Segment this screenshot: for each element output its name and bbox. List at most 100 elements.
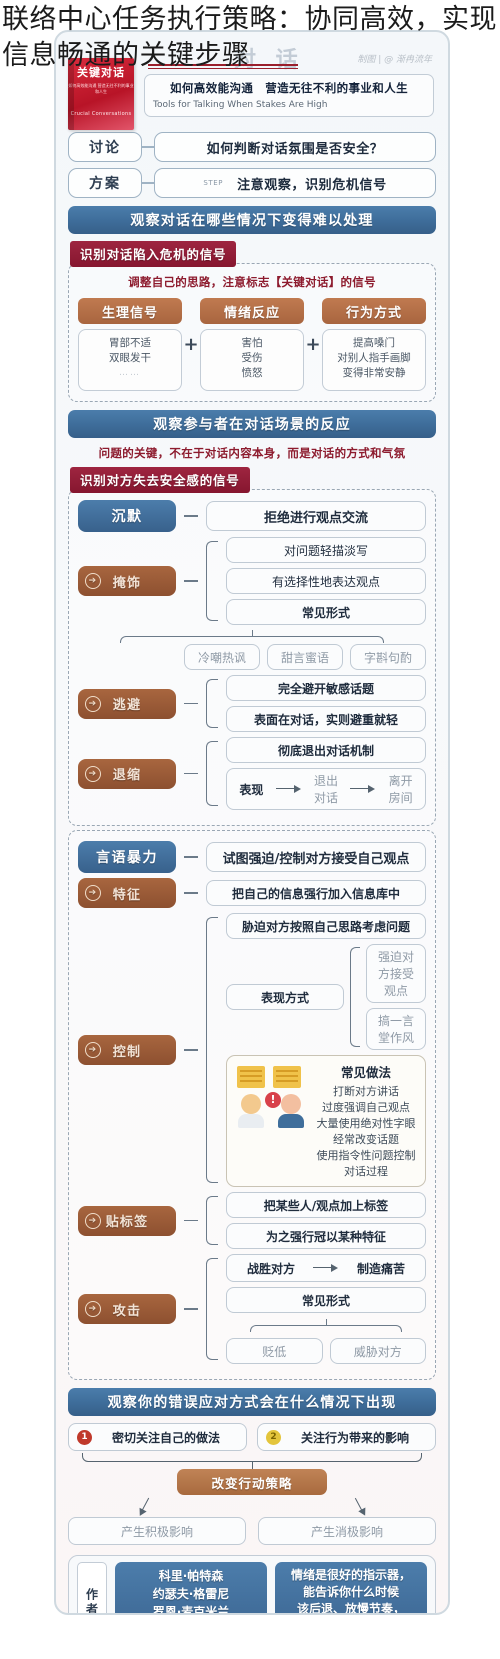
signal-item: 提高嗓门 (353, 337, 395, 349)
silence-panel: 沉默 拒绝进行观点交流 ➔ 掩饰 对问题轻描淡写 有选择性地表达观点 常见形式 … (68, 489, 436, 826)
practice-item: 打断对方讲话 (333, 1085, 399, 1098)
attack-forms: 贬低 威胁对方 (226, 1338, 426, 1364)
node-withdraw: ➔ 退缩 (78, 758, 176, 789)
practice-item: 大量使用绝对性字眼 (316, 1117, 416, 1130)
attack-flow-step: 战胜对方 (246, 1261, 295, 1276)
quote-line: 该后退、放慢节奏， (296, 1602, 405, 1615)
node-silence: 沉默 (78, 500, 176, 532)
bracket (206, 917, 218, 1183)
section1-panel: 调整自己的思路，注意标志【关键对话】的信号 生理信号 胃部不适 双眼发干 …… … (68, 263, 436, 402)
bracket (206, 1196, 218, 1245)
branch-control: ➔ 控制 胁迫对方按照自己思路考虑问题 表现方式 强迫对方接受观点 搞一言堂作风 (78, 913, 426, 1187)
mm-connector (184, 1308, 198, 1310)
control-item: 胁迫对方按照自己思路考虑问题 (226, 913, 426, 939)
node-control-wrap: ➔ 控制 (78, 913, 176, 1187)
person-head-icon (281, 1094, 301, 1114)
section3-outcomes: 产生积极影响 产生消极影响 (56, 1517, 448, 1545)
arrow-circle-icon: ➔ (85, 1301, 101, 1317)
qa-row-solution: 方案 STEP 注意观察，识别危机信号 (68, 168, 436, 198)
labeling-item: 为之强行冠以某种特征 (226, 1223, 426, 1249)
practice-item: 经常改变话题 (333, 1133, 399, 1146)
arrow-circle-icon: ➔ (85, 885, 101, 901)
book-cover-english-title: Crucial Conversations (70, 111, 132, 117)
section2-banner: 观察参与者在对话场景的反应 (68, 410, 436, 438)
signal-item: 双眼发干 (109, 352, 151, 364)
headline-box: 如何高效能沟通 营造无往不利的事业和人生 Tools for Talking W… (144, 74, 434, 117)
attack-form: 威胁对方 (329, 1338, 426, 1364)
signal-item: 变得非常安静 (342, 367, 406, 379)
book-cover-subtitle: 如何高效能沟通 营造无往不利的事业和人生 (68, 83, 134, 94)
withdraw-flow: 表现 退出对话 离开房间 (226, 768, 426, 810)
practice-item: 使用指令性问题控制对话过程 (316, 1149, 416, 1178)
author-footer: 作者 科里·帕特森 约瑟夫·格雷尼 罗恩·麦克米兰 艾尔·史威茨勒 情绪是很好的… (68, 1555, 436, 1615)
node-attack: ➔ 攻击 (78, 1294, 176, 1324)
signal-body-emotional: 害怕 受伤 愤怒 (200, 329, 304, 391)
badge-number-icon: 2 (266, 1429, 281, 1445)
arrow-icon (350, 784, 376, 794)
feature-items: 把自己的信息强行加入信息库中 (206, 880, 426, 906)
author-names: 科里·帕特森 约瑟夫·格雷尼 罗恩·麦克米兰 艾尔·史威茨勒 (115, 1562, 267, 1613)
violence-headline-row: 言语暴力 试图强迫/控制对方接受自己观点 (78, 841, 426, 873)
node-conceal-label: 掩饰 (112, 575, 142, 591)
node-conceal: ➔ 掩饰 (78, 566, 176, 596)
arrow-icon (139, 1497, 150, 1515)
conceal-item-forms-title: 常见形式 (226, 599, 426, 625)
author-name: 约瑟夫·格雷尼 (152, 1587, 230, 1601)
mm-connector (184, 580, 198, 582)
node-avoid: ➔ 逃避 (78, 688, 176, 719)
signal-head-behavior: 行为方式 (322, 298, 426, 324)
outcome-positive: 产生积极影响 (68, 1517, 246, 1545)
attack-forms-title: 常见形式 (226, 1287, 426, 1313)
headline-chinese: 如何高效能沟通 营造无往不利的事业和人生 (170, 81, 408, 95)
point-two-label: 关注行为带来的影响 (300, 1430, 409, 1445)
control-ways-row: 表现方式 强迫对方接受观点 搞一言堂作风 (226, 944, 426, 1050)
merge-connector (82, 1453, 422, 1469)
two-people-arguing-illustration (235, 1062, 307, 1134)
split-arrow-connector (126, 1495, 378, 1517)
section3-banner: 观察你的错误应对方式会在什么情况下出现 (68, 1388, 436, 1416)
control-items: 胁迫对方按照自己思路考虑问题 表现方式 强迫对方接受观点 搞一言堂作风 ! 常见… (226, 913, 426, 1187)
signal-body-behavior: 提高嗓门 对别人指手画脚 变得非常安静 (322, 329, 426, 391)
signal-item: 愤怒 (241, 367, 263, 379)
arrow-circle-icon: ➔ (85, 1212, 101, 1229)
attack-form: 贬低 (226, 1338, 323, 1364)
badge-number-icon: 1 (77, 1429, 92, 1445)
signal-group-emotional: 情绪反应 害怕 受伤 愤怒 (200, 298, 304, 391)
attack-flow-step: 制造痛苦 (356, 1261, 405, 1276)
avoid-items: 完全避开敏感话题 表面在对话，实则避重就轻 (226, 675, 426, 732)
fan-connector (78, 630, 426, 643)
arrow-circle-icon: ➔ (85, 695, 101, 712)
signal-head-physical: 生理信号 (78, 298, 182, 324)
practice-item: 过度强调自己观点 (322, 1101, 410, 1114)
node-verbal-violence: 言语暴力 (78, 841, 176, 873)
node-labeling-label: 贴标签 (105, 1215, 149, 1230)
mm-connector (184, 515, 198, 517)
control-way: 强迫对方接受观点 (366, 944, 426, 1003)
bracket (206, 1258, 218, 1360)
feature-item: 把自己的信息强行加入信息库中 (206, 880, 426, 906)
node-avoid-label: 逃避 (112, 698, 142, 713)
qa-tag-discussion: 讨论 (68, 132, 142, 162)
point-one-label: 密切关注自己的做法 (111, 1430, 220, 1445)
branch-avoid: ➔ 逃避 完全避开敏感话题 表面在对话，实则避重就轻 (78, 675, 426, 732)
plus-sign-2: + (305, 334, 321, 355)
qa-solution-label: 注意观察，识别危机信号 (237, 177, 387, 193)
node-attack-label: 攻击 (112, 1303, 142, 1319)
mm-connector (184, 892, 198, 894)
branch-withdraw: ➔ 退缩 彻底退出对话机制 表现 退出对话 离开房间 (78, 737, 426, 810)
signal-item: 对别人指手画脚 (337, 352, 411, 364)
signal-item-ellipsis: …… (119, 368, 141, 378)
practice-card: 常见做法 打断对方讲话 过度强调自己观点 大量使用绝对性字眼 经常改变话题 使用… (226, 1055, 426, 1187)
signal-item: 害怕 (241, 337, 263, 349)
section1-redtab: 识别对话陷入危机的信号 (70, 241, 237, 267)
silence-headline-row: 沉默 拒绝进行观点交流 (78, 500, 426, 532)
bracket (206, 741, 218, 806)
labeling-item: 把某些人/观点加上标签 (226, 1192, 426, 1218)
signal-groups: 生理信号 胃部不适 双眼发干 …… + 情绪反应 害怕 受伤 愤怒 + 行为方式 (78, 298, 426, 391)
branch-labeling: ➔ 贴标签 把某些人/观点加上标签 为之强行冠以某种特征 (78, 1192, 426, 1249)
attack-items: 战胜对方 制造痛苦 常见形式 贬低 威胁对方 (226, 1254, 426, 1364)
bracket (350, 947, 360, 1047)
arrow-circle-icon: ➔ (85, 765, 101, 782)
labeling-items: 把某些人/观点加上标签 为之强行冠以某种特征 (226, 1192, 426, 1249)
node-labeling: ➔ 贴标签 (78, 1205, 176, 1236)
